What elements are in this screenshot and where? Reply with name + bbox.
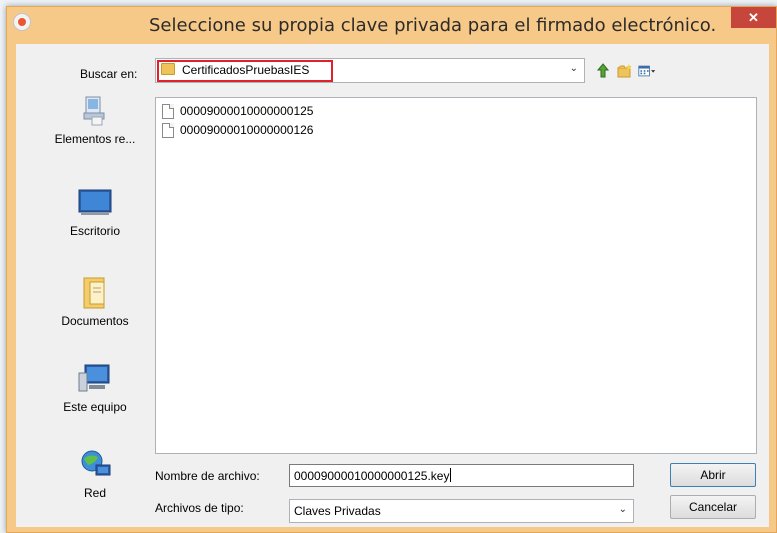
title-bar[interactable]: Seleccione su propia clave privada para … xyxy=(7,7,776,43)
view-menu-icon[interactable] xyxy=(638,62,656,80)
filetype-select[interactable]: Claves Privadas ⌄ xyxy=(289,499,634,523)
new-folder-icon[interactable] xyxy=(616,62,634,80)
place-label-recent: Elementos re... xyxy=(54,132,136,146)
java-app-icon xyxy=(13,13,31,31)
filetype-label: Archivos de tipo: xyxy=(155,501,244,515)
up-folder-icon[interactable] xyxy=(594,62,612,80)
file-item[interactable]: 00009000010000000126 xyxy=(162,122,313,138)
chevron-down-icon[interactable]: ⌄ xyxy=(619,504,627,515)
lookin-label: Buscar en: xyxy=(80,67,138,81)
places-bar: Elementos re... Escritorio Documentos Es… xyxy=(36,96,154,506)
lookin-value: CertificadosPruebasIES xyxy=(182,63,310,77)
chevron-down-icon[interactable]: ⌄ xyxy=(570,63,578,74)
network-icon xyxy=(77,450,113,480)
file-list[interactable]: 00009000010000000125 0000900001000000012… xyxy=(155,97,757,454)
place-label-network: Red xyxy=(83,486,106,500)
open-button[interactable]: Abrir xyxy=(670,463,756,487)
filename-value: 00009000010000000125.key xyxy=(294,469,450,483)
folder-icon xyxy=(161,63,175,75)
documents-icon xyxy=(77,277,113,309)
filename-input[interactable]: 00009000010000000125.key xyxy=(289,464,634,487)
lookin-combo[interactable]: CertificadosPruebasIES ⌄ xyxy=(155,58,585,83)
cancel-button[interactable]: Cancelar xyxy=(670,495,756,519)
place-recent-items[interactable]: Elementos re... xyxy=(36,96,154,176)
desktop-icon xyxy=(77,188,113,218)
close-button[interactable]: ✕ xyxy=(731,7,776,28)
file-name: 00009000010000000125 xyxy=(180,104,314,118)
dialog-client-area: Buscar en: CertificadosPruebasIES ⌄ Elem… xyxy=(16,44,769,527)
place-this-pc[interactable]: Este equipo xyxy=(36,364,154,444)
recent-items-icon xyxy=(77,96,113,126)
computer-icon xyxy=(77,364,113,394)
text-caret xyxy=(450,468,452,482)
place-label-desktop: Escritorio xyxy=(69,224,120,238)
dialog-window: Seleccione su propia clave privada para … xyxy=(6,6,777,533)
place-label-documents: Documentos xyxy=(61,314,129,328)
dialog-title: Seleccione su propia clave privada para … xyxy=(149,15,717,36)
place-desktop[interactable]: Escritorio xyxy=(36,188,154,268)
place-label-this-pc: Este equipo xyxy=(63,400,127,414)
filetype-value: Claves Privadas xyxy=(294,504,381,518)
file-name: 00009000010000000126 xyxy=(180,123,314,137)
file-icon xyxy=(162,103,174,119)
place-network[interactable]: Red xyxy=(36,450,154,530)
file-item[interactable]: 00009000010000000125 xyxy=(162,103,313,119)
file-toolbar xyxy=(594,62,656,82)
filename-label: Nombre de archivo: xyxy=(155,469,260,483)
place-documents[interactable]: Documentos xyxy=(36,277,154,358)
file-icon xyxy=(162,122,174,138)
